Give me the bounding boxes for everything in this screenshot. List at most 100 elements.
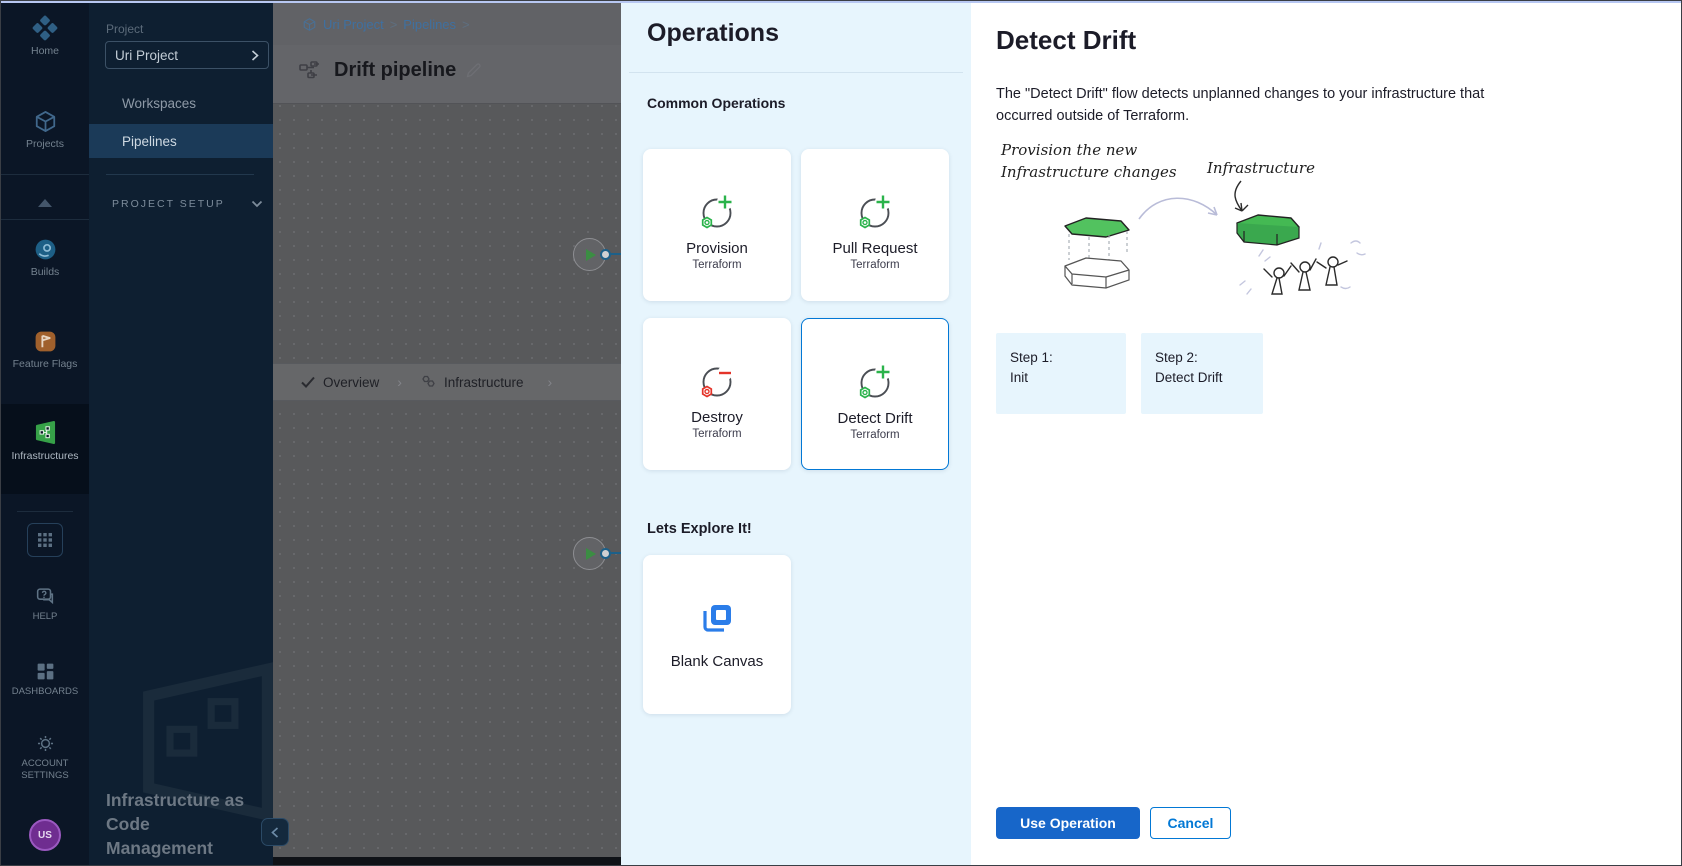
sidebar-item-home[interactable]: Home	[1, 15, 89, 58]
play-icon	[586, 548, 596, 560]
home-icon	[32, 15, 58, 41]
nav-item-label: Pipelines	[122, 134, 177, 149]
infrastructure-hexagon	[1237, 215, 1299, 245]
sidebar-item-infrastructures[interactable]: Infrastructures	[1, 419, 89, 463]
operation-card-detect-drift[interactable]: Detect Drift Terraform	[801, 318, 949, 470]
help-icon	[34, 585, 56, 607]
pipeline-title: Drift pipeline	[334, 59, 456, 82]
cancel-button[interactable]: Cancel	[1150, 807, 1231, 839]
chevron-right-icon: ›	[547, 374, 552, 390]
sidebar-divider	[1, 219, 89, 220]
chevron-up-icon	[38, 199, 52, 207]
sidebar-item-account-settings[interactable]: ACCOUNT SETTINGS	[1, 733, 89, 782]
nav-item-pipelines[interactable]: Pipelines	[89, 124, 273, 158]
operation-subtitle: Terraform	[850, 429, 899, 441]
sidebar-module-picker[interactable]	[1, 523, 89, 557]
stage-tab-bar: Overview › Infrastructure ›	[273, 363, 621, 401]
play-icon	[586, 249, 596, 261]
dashboards-icon	[35, 661, 56, 682]
operations-title: Operations	[647, 19, 779, 48]
gear-icon	[35, 733, 56, 754]
step-box-1: Step 1: Init	[996, 333, 1126, 414]
feature-flags-icon	[33, 329, 58, 354]
sidebar-scroll-up[interactable]	[1, 199, 89, 207]
provision-hexagon-stack	[1065, 218, 1129, 288]
sidebar-item-label: DASHBOARDS	[12, 686, 79, 698]
operation-card-destroy[interactable]: Destroy Terraform	[643, 318, 791, 470]
tab-overview[interactable]: Overview	[301, 375, 379, 390]
project-setup-toggle[interactable]: PROJECT SETUP	[89, 191, 273, 217]
sidebar-item-label: HELP	[33, 611, 58, 623]
canvas-bottom-strip	[273, 857, 621, 866]
operation-card-blank-canvas[interactable]: Blank Canvas	[643, 555, 791, 714]
operations-panel: Operations Common Operations Provision T…	[621, 1, 971, 866]
panel-divider	[629, 72, 963, 73]
infrastructure-tab-icon	[420, 375, 436, 389]
app-window: Home Projects Builds Feature	[0, 0, 1682, 866]
chevron-right-icon	[251, 50, 259, 61]
sidebar-item-label: ACCOUNT SETTINGS	[12, 758, 78, 782]
sidebar-item-help[interactable]: HELP	[1, 585, 89, 623]
celebrating-figures	[1264, 257, 1347, 294]
module-title: Infrastructure as Code Management	[106, 788, 256, 860]
detect-drift-detail-panel: Detect Drift The "Detect Drift" flow det…	[971, 1, 1682, 866]
step-value: Detect Drift	[1155, 368, 1249, 388]
check-icon	[301, 376, 315, 388]
illustration-caption: Infrastructure	[1206, 159, 1315, 177]
operation-card-pull-request[interactable]: Pull Request Terraform	[801, 149, 949, 301]
grid-icon	[27, 523, 63, 557]
sidebar-divider	[1, 174, 89, 175]
sidebar-item-dashboards[interactable]: DASHBOARDS	[1, 661, 89, 698]
infrastructures-icon	[32, 419, 59, 446]
sidebar-item-label: Projects	[26, 138, 64, 151]
sidebar-item-feature-flags[interactable]: Feature Flags	[1, 329, 89, 371]
step-label: Step 2:	[1155, 348, 1249, 368]
breadcrumb-project[interactable]: Uri Project	[323, 17, 384, 32]
project-selector-value: Uri Project	[115, 48, 178, 63]
avatar: US	[29, 819, 61, 851]
sidebar-item-label: Builds	[31, 266, 60, 279]
projects-icon	[33, 109, 58, 134]
breadcrumb-separator: >	[462, 17, 470, 32]
provision-terraform-icon	[696, 191, 738, 233]
sidebar-divider	[17, 511, 73, 512]
common-operations-title: Common Operations	[647, 95, 785, 111]
module-sidebar: Home Projects Builds Feature	[1, 1, 89, 866]
sidebar-item-label: Feature Flags	[13, 358, 78, 371]
explore-title: Lets Explore It!	[647, 521, 752, 537]
operation-name: Provision	[686, 240, 748, 257]
operation-name: Detect Drift	[837, 410, 912, 427]
use-operation-button[interactable]: Use Operation	[996, 807, 1140, 839]
operation-card-provision[interactable]: Provision Terraform	[643, 149, 791, 301]
breadcrumb-pipelines[interactable]: Pipelines	[403, 17, 456, 32]
chevron-down-icon	[251, 200, 263, 208]
window-top-accent	[1, 1, 1682, 3]
sidebar-user-avatar[interactable]: US	[1, 819, 89, 851]
pull-request-terraform-icon	[854, 191, 896, 233]
nav-divider	[106, 174, 254, 175]
breadcrumb: Uri Project > Pipelines >	[302, 17, 470, 32]
drift-illustration: Provision the new Infrastructure changes…	[989, 131, 1389, 316]
project-section-label: Project	[106, 22, 143, 36]
tab-label: Infrastructure	[444, 375, 524, 390]
nav-item-workspaces[interactable]: Workspaces	[89, 86, 273, 120]
step-value: Init	[1010, 368, 1112, 388]
sidebar-item-label: Home	[31, 45, 59, 58]
step-box-2: Step 2: Detect Drift	[1141, 333, 1263, 414]
project-nav: Project Uri Project Workspaces Pipelines…	[89, 1, 273, 866]
sidebar-item-builds[interactable]: Builds	[1, 237, 89, 279]
tab-infrastructure[interactable]: Infrastructure	[420, 375, 524, 390]
edit-pencil-icon[interactable]	[465, 62, 482, 79]
operation-name: Pull Request	[832, 240, 917, 257]
detect-drift-terraform-icon	[854, 361, 896, 403]
confetti-marks	[1240, 241, 1365, 294]
project-selector[interactable]: Uri Project	[105, 41, 269, 69]
tab-label: Overview	[323, 375, 379, 390]
illustration-caption: Infrastructure changes	[1000, 163, 1177, 181]
sidebar-item-projects[interactable]: Projects	[1, 109, 89, 151]
sidebar-item-label: Infrastructures	[11, 450, 78, 463]
nav-item-label: Workspaces	[122, 96, 196, 111]
nav-collapse-button[interactable]	[261, 818, 289, 846]
pipeline-canvas: Uri Project > Pipelines > Drift pipeline	[273, 1, 621, 866]
project-setup-label: PROJECT SETUP	[112, 198, 225, 210]
